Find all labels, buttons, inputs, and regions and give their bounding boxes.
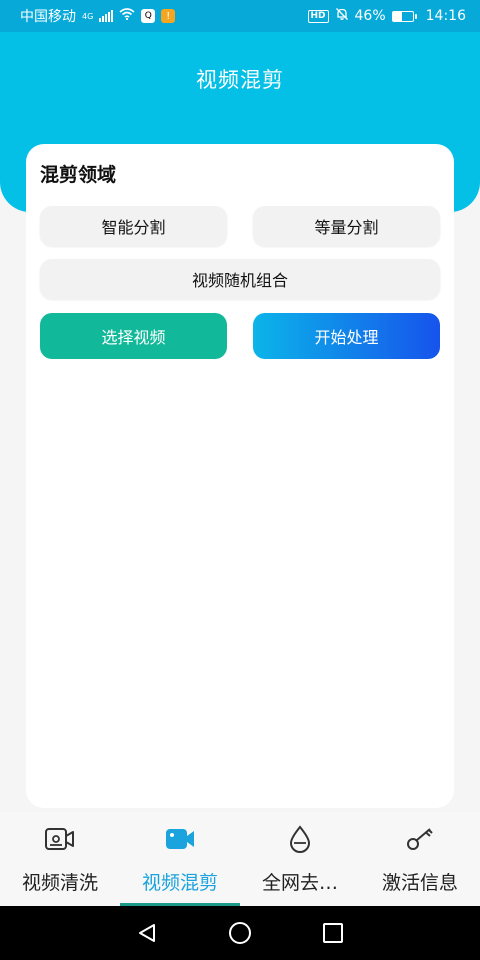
nav-item-activation[interactable]: 激活信息 [360,812,480,906]
nav-label-video-mix: 视频混剪 [141,872,218,894]
network-type: 4G [82,12,94,21]
smart-split-button[interactable]: 智能分割 [40,206,227,246]
key-icon [404,824,436,854]
page-title: 视频混剪 [196,68,284,92]
battery-fill [392,11,402,21]
mix-card: 混剪领域 智能分割 等量分割 视频随机组合 选择视频 开始处理 [26,144,454,808]
nav-label-activation: 激活信息 [381,872,458,894]
battery-icon [391,10,417,22]
signal-icon [99,10,114,22]
select-video-button[interactable]: 选择视频 [40,313,227,359]
battery-percent: 46% [354,8,386,24]
status-bar-right: HD 46% 14:16 [307,7,466,25]
status-bar: 中国移动 4G Q ! HD 46% 14:16 [0,0,480,32]
nav-label-video-clean: 视频清洗 [21,872,98,894]
wifi-icon [119,8,135,24]
carrier-label: 中国移动 [20,9,76,25]
water-drop-icon [284,824,316,854]
qq-notification-icon: Q [141,9,156,23]
video-camera-outline-icon [44,824,76,854]
clock: 14:16 [425,8,466,24]
home-circle-icon[interactable] [227,920,253,946]
status-bar-left: 中国移动 4G Q ! [20,6,176,26]
hd-icon: HD [307,9,329,23]
equal-split-button[interactable]: 等量分割 [253,206,440,246]
system-navigation-bar [0,906,480,960]
screen: 中国移动 4G Q ! HD 46% 14:16 视频混剪 混剪领域 智能分割 … [0,0,480,960]
nav-item-video-clean[interactable]: 视频清洗 [0,812,120,906]
bottom-nav: 视频清洗 视频混剪 全网去… 激活信息 [0,812,480,906]
bell-muted-icon [335,7,349,25]
nav-item-watermark-remove[interactable]: 全网去… [240,812,360,906]
start-process-button[interactable]: 开始处理 [253,313,440,359]
nav-label-watermark-remove: 全网去… [261,872,338,894]
random-combine-button[interactable]: 视频随机组合 [40,259,440,299]
back-triangle-icon[interactable] [134,920,160,946]
card-title: 混剪领域 [40,164,117,186]
recents-square-icon[interactable] [320,920,346,946]
app-notification-icon: ! [161,9,176,23]
nav-item-video-mix[interactable]: 视频混剪 [120,812,240,906]
video-camera-filled-icon [164,824,196,854]
